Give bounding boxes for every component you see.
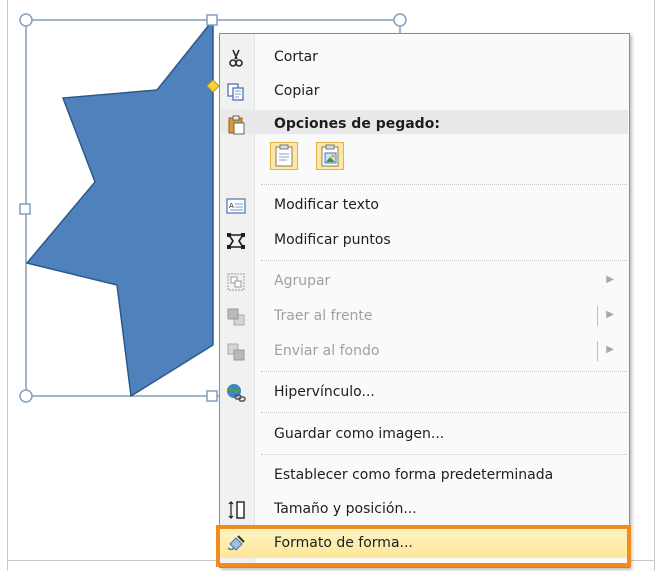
- menu-item-bring-to-front: Traer al frente ▶: [220, 299, 629, 333]
- corner-handle-bottom-left[interactable]: [19, 389, 33, 403]
- menu-item-label: Modificar texto: [274, 197, 379, 213]
- menu-item-label: Cortar: [274, 49, 318, 65]
- menu-item-hyperlink[interactable]: Hipervínculo...: [220, 375, 629, 409]
- paste-as-picture-button[interactable]: [316, 142, 344, 170]
- menu-item-label: Hipervínculo...: [274, 384, 375, 400]
- copy-icon: [227, 83, 244, 101]
- menu-item-edit-text[interactable]: A Modificar texto: [220, 188, 629, 222]
- menu-item-label: Tamaño y posición...: [274, 501, 417, 517]
- size-position-icon: [228, 501, 245, 519]
- paste-options-label: Opciones de pegado:: [274, 116, 440, 132]
- document-canvas: Cortar Copiar Opciones de pegado: A Modi…: [0, 0, 664, 571]
- split-divider: [597, 306, 598, 326]
- hyperlink-icon: [227, 384, 246, 402]
- side-handle-bottom[interactable]: [206, 390, 218, 402]
- paste-keep-source-formatting-button[interactable]: [270, 142, 298, 170]
- side-handle-top[interactable]: [206, 14, 218, 26]
- send-to-back-icon: [227, 343, 245, 361]
- paste-icon: [228, 115, 245, 135]
- split-divider: [597, 341, 598, 361]
- menu-item-send-to-back: Enviar al fondo ▶: [220, 334, 629, 368]
- menu-item-edit-points[interactable]: Modificar puntos: [220, 223, 629, 257]
- menu-item-copy[interactable]: Copiar: [220, 74, 629, 108]
- menu-separator: [261, 184, 627, 185]
- menu-separator: [261, 371, 627, 372]
- submenu-arrow-icon: ▶: [606, 274, 614, 285]
- edit-text-icon: A: [226, 198, 246, 214]
- menu-item-label: Guardar como imagen...: [274, 426, 445, 442]
- paste-options-header: Opciones de pegado:: [220, 107, 629, 141]
- menu-item-label: Establecer como forma predeterminada: [274, 467, 554, 483]
- bring-to-front-icon: [227, 308, 245, 326]
- menu-item-group: Agrupar ▶: [220, 264, 629, 298]
- picture-paste-icon: [321, 144, 339, 167]
- keep-formatting-paste-icon: [275, 144, 293, 167]
- highlight-callout-box: [216, 525, 631, 567]
- context-menu: Cortar Copiar Opciones de pegado: A Modi…: [219, 33, 630, 568]
- menu-item-cut[interactable]: Cortar: [220, 40, 629, 74]
- menu-item-label: Modificar puntos: [274, 232, 391, 248]
- menu-separator: [261, 412, 627, 413]
- star-shape[interactable]: [25, 17, 214, 398]
- menu-separator: [261, 260, 627, 261]
- corner-handle-top-right[interactable]: [393, 13, 407, 27]
- menu-item-set-as-default-shape[interactable]: Establecer como forma predeterminada: [220, 458, 629, 492]
- side-handle-left[interactable]: [19, 203, 31, 215]
- corner-handle-top-left[interactable]: [19, 13, 33, 27]
- edit-points-icon: [227, 233, 245, 249]
- menu-item-save-as-image[interactable]: Guardar como imagen...: [220, 417, 629, 451]
- menu-item-label: Copiar: [274, 83, 320, 99]
- svg-text:A: A: [229, 202, 234, 210]
- submenu-arrow-icon: ▶: [606, 309, 614, 320]
- menu-separator: [261, 454, 627, 455]
- group-icon: [227, 273, 245, 291]
- menu-item-label: Enviar al fondo: [274, 343, 380, 359]
- submenu-arrow-icon: ▶: [606, 344, 614, 355]
- menu-item-label: Agrupar: [274, 273, 331, 289]
- menu-item-size-and-position[interactable]: Tamaño y posición...: [220, 492, 629, 526]
- menu-item-label: Traer al frente: [274, 308, 373, 324]
- scissors-icon: [229, 49, 243, 67]
